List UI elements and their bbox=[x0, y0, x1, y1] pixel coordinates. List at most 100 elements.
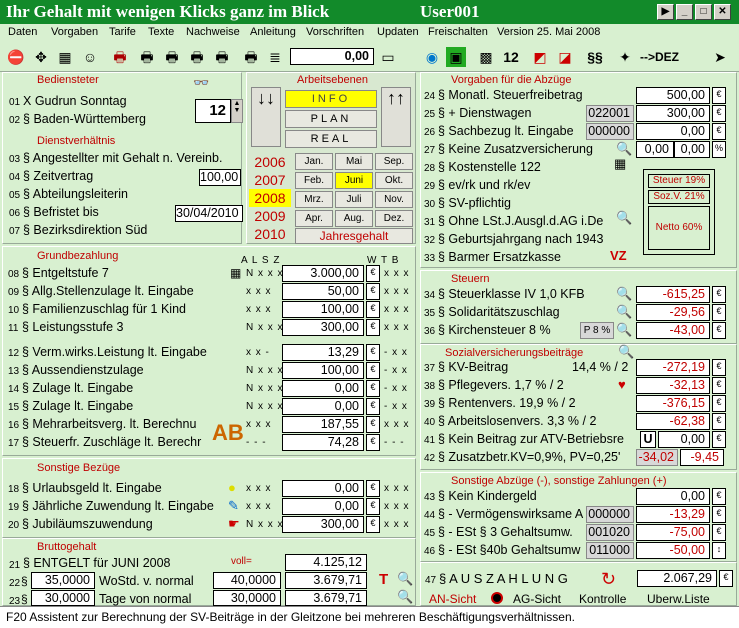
real-button[interactable]: REAL bbox=[285, 130, 377, 148]
an-sicht-button[interactable]: AN-Sicht bbox=[429, 592, 476, 606]
grund-row-value[interactable]: 0,00 bbox=[282, 398, 364, 415]
grund-row-value[interactable]: 300,00 bbox=[282, 319, 364, 336]
coins-icon[interactable]: ≣ bbox=[265, 47, 285, 67]
flag-icon[interactable]: ◩ bbox=[530, 47, 550, 67]
calendar-12-icon[interactable]: 12 bbox=[501, 47, 521, 67]
close-button[interactable]: ✕ bbox=[714, 4, 731, 20]
printer-red-icon[interactable]: 🖶 bbox=[110, 47, 130, 67]
menu-daten[interactable]: Daten bbox=[8, 26, 37, 38]
search-icon[interactable]: 🔍 bbox=[618, 344, 634, 360]
search-icon[interactable]: 🔍 bbox=[616, 304, 632, 320]
radio-icon[interactable] bbox=[491, 592, 503, 604]
sonstige-row-value[interactable]: 0,00 bbox=[282, 498, 364, 515]
menu-nachweise[interactable]: Nachweise bbox=[186, 26, 240, 38]
menu-freischalten[interactable]: Freischalten bbox=[428, 26, 488, 38]
sonstab-row-value[interactable]: -50,00 bbox=[636, 542, 710, 559]
sonstab-row-code[interactable]: 000000 bbox=[586, 506, 634, 523]
tage-field[interactable]: 30,0000 bbox=[31, 590, 95, 606]
year-2009[interactable]: 2009 bbox=[249, 207, 291, 225]
tage-normal-field[interactable]: 30,0000 bbox=[213, 590, 281, 606]
kontrolle-button[interactable]: Kontrolle bbox=[579, 592, 626, 606]
minimize-button[interactable]: _ bbox=[676, 4, 693, 20]
number-spinner[interactable]: ▲ ▼ bbox=[231, 99, 243, 123]
pflege-icon[interactable]: ♥ bbox=[618, 377, 626, 392]
search-icon[interactable]: 🔍 bbox=[616, 322, 632, 338]
printer-icon[interactable]: 🖶 bbox=[137, 47, 157, 67]
year-2010[interactable]: 2010 bbox=[249, 225, 291, 243]
checker-icon[interactable]: ▩ bbox=[476, 47, 496, 67]
ag-sicht-button[interactable]: AG-Sicht bbox=[513, 592, 561, 606]
hand-icon[interactable]: ☛ bbox=[228, 516, 240, 532]
menu-vorgaben[interactable]: Vorgaben bbox=[51, 26, 98, 38]
year-2006[interactable]: 2006 bbox=[249, 153, 291, 171]
printer2-icon[interactable]: 🖶 bbox=[162, 47, 182, 67]
plan-button[interactable]: PLAN bbox=[285, 110, 377, 128]
menu-updaten[interactable]: Updaten bbox=[377, 26, 419, 38]
grund-row-value[interactable]: 50,00 bbox=[282, 283, 364, 300]
menu-texte[interactable]: Texte bbox=[148, 26, 174, 38]
month-aug[interactable]: Aug. bbox=[335, 210, 373, 227]
t-icon[interactable]: T bbox=[379, 571, 388, 588]
sonstab-row-code[interactable]: 001020 bbox=[586, 524, 634, 541]
year-2008[interactable]: 2008 bbox=[249, 189, 291, 207]
month-apr[interactable]: Apr. bbox=[295, 210, 333, 227]
month-sep[interactable]: Sep. bbox=[375, 153, 413, 170]
month-mai[interactable]: Mai bbox=[335, 153, 373, 170]
wostd-field[interactable]: 35,0000 bbox=[31, 572, 95, 589]
refresh-icon[interactable]: ↻ bbox=[601, 569, 616, 590]
sonstab-row-value[interactable]: 0,00 bbox=[636, 488, 710, 505]
menu-tarife[interactable]: Tarife bbox=[109, 26, 136, 38]
wostd-normal-field[interactable]: 40,0000 bbox=[213, 572, 281, 589]
calculator-icon[interactable]: ▭ bbox=[378, 47, 398, 67]
search-icon[interactable]: 🔍 bbox=[616, 210, 632, 226]
year-2007[interactable]: 2007 bbox=[249, 171, 291, 189]
help-arrow-button[interactable]: ▶ bbox=[657, 4, 674, 20]
search-icon[interactable]: 🔍 bbox=[616, 286, 632, 302]
month-juli[interactable]: Juli bbox=[335, 191, 373, 208]
calendar-grid-icon[interactable]: ▦ bbox=[614, 156, 626, 172]
abzuege-row-code[interactable]: 022001 bbox=[586, 105, 634, 122]
search2-icon[interactable]: 🔍 bbox=[397, 589, 413, 605]
info-button[interactable]: INFO bbox=[285, 90, 377, 108]
jahresgehalt-button[interactable]: Jahresgehalt bbox=[295, 228, 413, 244]
sonstab-row-code[interactable]: 011000 bbox=[586, 542, 634, 559]
printer5-icon[interactable]: 🖶 bbox=[241, 47, 261, 67]
month-juni[interactable]: Juni bbox=[335, 172, 373, 189]
eagle-icon[interactable]: ✦ bbox=[615, 47, 635, 67]
grund-row-value[interactable]: 3.000,00 bbox=[282, 265, 364, 282]
flag2-icon[interactable]: ◪ bbox=[555, 47, 575, 67]
down-arrows-icon[interactable]: ↓↓ bbox=[251, 87, 281, 147]
uberw-liste-button[interactable]: Uberw.Liste bbox=[647, 592, 710, 606]
arrow-right-icon[interactable]: ➤ bbox=[710, 47, 730, 67]
table-icon[interactable]: ▦ bbox=[230, 266, 241, 280]
p8-button[interactable]: P 8 % bbox=[580, 322, 614, 339]
month-dez[interactable]: Dez. bbox=[375, 210, 413, 227]
month-okt[interactable]: Okt. bbox=[375, 172, 413, 189]
pen-icon[interactable]: ✎ bbox=[228, 498, 239, 514]
grund-row-value[interactable]: 74,28 bbox=[282, 434, 364, 451]
printer4-icon[interactable]: 🖶 bbox=[212, 47, 232, 67]
face-icon[interactable]: ☺ bbox=[80, 47, 100, 67]
month-mrz[interactable]: Mrz. bbox=[295, 191, 333, 208]
grund-row-value[interactable]: 13,29 bbox=[282, 344, 364, 361]
window-icon[interactable]: ▣ bbox=[446, 47, 466, 67]
sun-icon[interactable]: ● bbox=[228, 480, 236, 495]
printer3-icon[interactable]: 🖶 bbox=[187, 47, 207, 67]
sonstige-row-value[interactable]: 0,00 bbox=[282, 480, 364, 497]
month-feb[interactable]: Feb. bbox=[295, 172, 333, 189]
befristet-field[interactable]: 30/04/2010 bbox=[175, 205, 243, 222]
dez-button[interactable]: -->DEZ bbox=[640, 50, 679, 64]
abzuege-row-code[interactable]: 000000 bbox=[586, 123, 634, 140]
sv-u-field[interactable]: U bbox=[640, 431, 656, 448]
abzuege-row-value[interactable]: 500,00 bbox=[636, 87, 710, 104]
grund-row-value[interactable]: 100,00 bbox=[282, 301, 364, 318]
grund-row-value[interactable]: 100,00 bbox=[282, 362, 364, 379]
paragraph-icon[interactable]: §§ bbox=[585, 47, 605, 67]
up-arrows-icon[interactable]: ↑↑ bbox=[381, 87, 411, 147]
sonstab-row-value[interactable]: -75,00 bbox=[636, 524, 710, 541]
globe-icon[interactable]: ◉ bbox=[422, 47, 442, 67]
grid-icon[interactable]: ▦ bbox=[55, 47, 75, 67]
stop-icon[interactable]: ⛔ bbox=[6, 47, 26, 67]
menu-anleitung[interactable]: Anleitung bbox=[250, 26, 296, 38]
month-jan[interactable]: Jan. bbox=[295, 153, 333, 170]
